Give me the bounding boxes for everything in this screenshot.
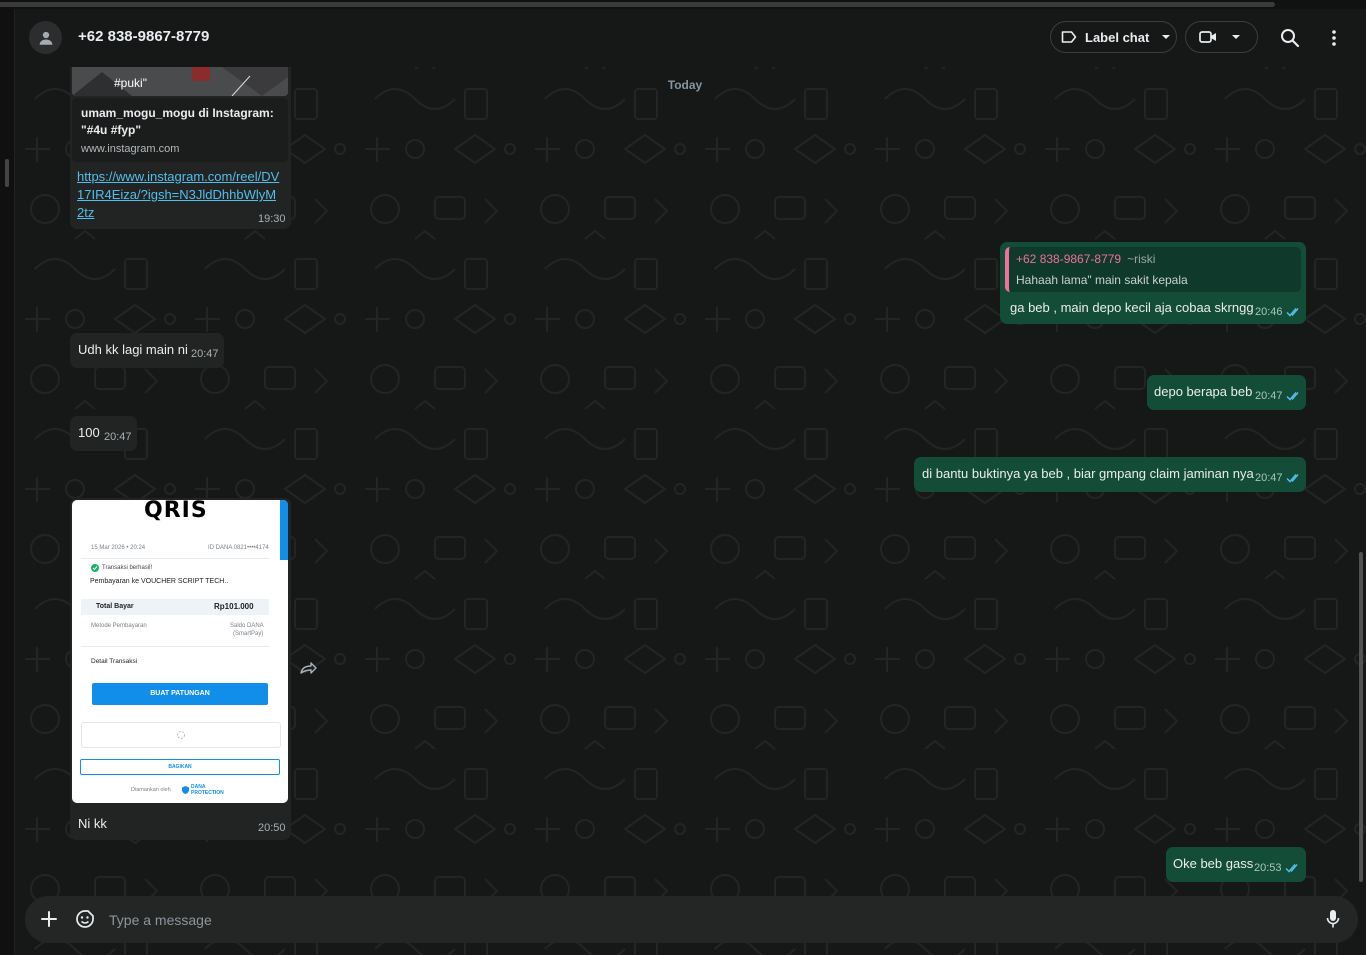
receipt-loading-card [81, 722, 281, 748]
receipt-total-value: Rp101.000 [214, 602, 254, 611]
receipt-method-label: Metode Pembayaran [91, 623, 147, 629]
link-preview-domain: www.instagram.com [81, 143, 180, 155]
search-icon [1281, 29, 1300, 48]
loading-spinner-icon [177, 731, 185, 739]
chat-list-scrollbar[interactable] [5, 159, 9, 187]
message-time: 20:47 [191, 348, 219, 360]
microphone-icon [1326, 910, 1340, 928]
message-outgoing[interactable]: di bantu buktinya ya beb , biar gmpang c… [914, 457, 1306, 492]
read-ticks-icon [1286, 474, 1299, 483]
check-circle-icon [91, 564, 99, 572]
window-top-strip [0, 0, 1366, 9]
instagram-link[interactable]: https://www.instagram.com/reel/DV17IR4Ei… [77, 168, 282, 222]
message-time: 20:50 [258, 822, 286, 834]
video-call-button[interactable] [1185, 21, 1258, 53]
message-text: 100 [78, 425, 100, 440]
message-input[interactable] [107, 906, 1291, 934]
emoji-button[interactable] [73, 907, 97, 931]
receipt-total-label: Total Bayar [96, 603, 134, 610]
label-tag-icon [1061, 31, 1077, 43]
quoted-sender: +62 838-9867-8779 ~riski [1016, 252, 1155, 266]
message-text: Oke beb gass [1173, 856, 1254, 871]
buat-patungan-button: BUAT PATUNGAN [92, 683, 268, 705]
message-time-status: 20:53 [1254, 862, 1301, 874]
divider [81, 558, 269, 559]
menu-button[interactable] [1322, 26, 1346, 50]
quoted-message[interactable]: +62 838-9867-8779 ~riski Hahaah lama" mai… [1005, 247, 1301, 292]
attach-button[interactable] [37, 907, 61, 931]
forward-arrow-icon [300, 662, 317, 674]
receipt-blue-accent [280, 500, 288, 560]
read-ticks-icon [1286, 392, 1299, 401]
search-button[interactable] [1278, 26, 1302, 50]
chat-header: +62 838-9867-8779 Label chat [15, 9, 1366, 67]
quoted-text: Hahaah lama" main sakit kepala [1016, 273, 1188, 287]
dana-protection-line2: PROTECTION [191, 790, 224, 796]
message-incoming[interactable]: 100 20:47 [70, 416, 137, 451]
qris-logo: QRIS [144, 500, 208, 523]
chat-panel: +62 838-9867-8779 Label chat Today #puki… [15, 9, 1366, 955]
read-ticks-icon [1285, 864, 1298, 873]
chat-scrollbar-thumb[interactable] [1359, 552, 1363, 882]
receipt-id: ID DANA 0821••••4174 [208, 545, 269, 551]
link-preview-title: umam_mogu_mogu di Instagram: "#4u #fyp" [81, 106, 274, 137]
plus-icon [41, 911, 57, 927]
receipt-date: 15 Mar 2026 • 20:24 [91, 545, 146, 551]
preview-image-caption: #puki" [114, 76, 147, 90]
image-caption: Ni kk [78, 816, 107, 831]
quoted-sender-alias: ~riski [1127, 252, 1156, 266]
divider [81, 646, 269, 647]
receipt-method-value-sub: (SmartPay) [233, 631, 264, 637]
label-chat-button[interactable]: Label chat [1050, 21, 1177, 53]
quoted-sender-number: +62 838-9867-8779 [1016, 252, 1122, 266]
chevron-down-icon [1232, 35, 1240, 39]
message-time: 20:47 [1255, 472, 1283, 484]
link-preview-card[interactable]: umam_mogu_mogu di Instagram: "#4u #fyp" … [72, 98, 288, 162]
message-outgoing[interactable]: Oke beb gass 20:53 [1166, 847, 1306, 882]
read-ticks-icon [1286, 308, 1299, 317]
date-separator: Today [667, 78, 703, 92]
message-time: 20:47 [1255, 390, 1283, 402]
message-time-status: 20:47 [1255, 472, 1302, 484]
message-time: 19:30 [258, 213, 286, 225]
chevron-down-icon [1162, 35, 1171, 39]
bagikan-button: BAGIKAN [80, 759, 280, 775]
message-time: 20:46 [1255, 306, 1283, 318]
message-text: di bantu buktinya ya beb , biar gmpang c… [922, 466, 1254, 481]
message-time: 20:47 [104, 431, 132, 443]
message-text: Udh kk lagi main ni [78, 342, 188, 357]
receipt-status: Transaksi berhasil! [102, 565, 153, 571]
preview-thumbnail-graphic [72, 67, 288, 96]
emoji-sticker-icon [76, 910, 94, 928]
message-incoming-link[interactable]: #puki" umam_mogu_mogu di Instagram: "#4u… [70, 67, 291, 229]
avatar[interactable] [29, 21, 62, 54]
voice-message-button[interactable] [1321, 907, 1345, 931]
tab-bar-shape [0, 2, 1275, 7]
message-text: ga beb , main depo kecil aja cobaa skrng… [1010, 300, 1254, 315]
message-time: 20:53 [1254, 862, 1282, 874]
receipt-image[interactable]: QRIS 15 Mar 2026 • 20:24 ID DANA 0821•••… [72, 500, 288, 803]
receipt-method-value: Saldo DANA [230, 623, 264, 629]
contact-name[interactable]: +62 838-9867-8779 [78, 28, 209, 45]
message-time-status: 20:47 [1255, 390, 1302, 402]
link-preview-image[interactable]: #puki" [72, 67, 288, 96]
receipt-merchant: Pembayaran ke VOUCHER SCRIPT TECH.. [90, 578, 229, 585]
chat-list-edge [0, 9, 15, 955]
message-composer [25, 896, 1358, 943]
more-vertical-icon [1332, 30, 1336, 46]
chat-scrollbar[interactable] [1358, 67, 1364, 893]
message-incoming-image[interactable]: QRIS 15 Mar 2026 • 20:24 ID DANA 0821•••… [70, 498, 291, 840]
video-camera-icon [1199, 31, 1216, 43]
label-chat-text: Label chat [1085, 29, 1150, 45]
receipt-secured-by: Diamankan oleh [131, 787, 171, 793]
message-time-status: 20:46 [1255, 306, 1302, 318]
message-outgoing[interactable]: depo berapa beb 20:47 [1147, 375, 1306, 410]
message-incoming[interactable]: Udh kk lagi main ni 20:47 [70, 333, 224, 368]
message-text: depo berapa beb [1154, 384, 1253, 399]
forward-button[interactable] [298, 658, 318, 678]
receipt-detail-label: Detail Transaksi [91, 658, 138, 665]
message-outgoing-reply[interactable]: +62 838-9867-8779 ~riski Hahaah lama" mai… [1000, 242, 1306, 324]
person-icon [39, 31, 52, 45]
dana-shield-icon [182, 786, 189, 794]
